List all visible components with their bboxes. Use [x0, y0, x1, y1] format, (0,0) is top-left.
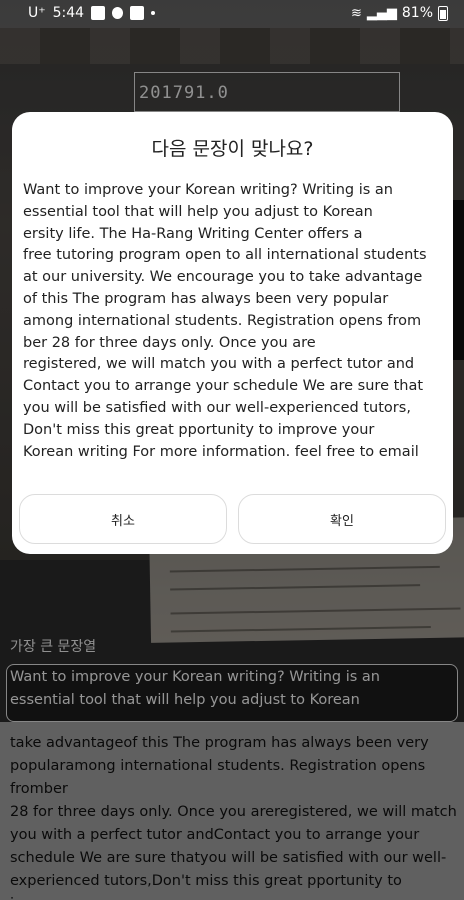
- battery-percent: 81%: [401, 5, 433, 21]
- confirm-dialog: 다음 문장이 맞나요? Want to improve your Korean …: [12, 112, 453, 554]
- cancel-button[interactable]: 취소: [19, 494, 227, 544]
- notification-icon: [112, 7, 124, 19]
- signal-icon: ▂▄▆: [366, 5, 397, 21]
- dialog-body-text: Want to improve your Korean writing? Wri…: [23, 182, 427, 460]
- gallery-icon: [91, 6, 106, 20]
- carrier-label: U⁺: [28, 5, 46, 21]
- battery-icon: [438, 5, 448, 21]
- confirm-button[interactable]: 확인: [238, 494, 446, 544]
- more-notifications-icon: [151, 11, 156, 15]
- checkbox-notification-icon: [130, 6, 145, 20]
- clock: 5:44: [52, 5, 85, 21]
- status-bar: U⁺ 5:44 ≋ ▂▄▆ 81%: [0, 0, 464, 28]
- dialog-title: 다음 문장이 맞나요?: [151, 138, 314, 160]
- wifi-icon: ≋: [350, 5, 362, 21]
